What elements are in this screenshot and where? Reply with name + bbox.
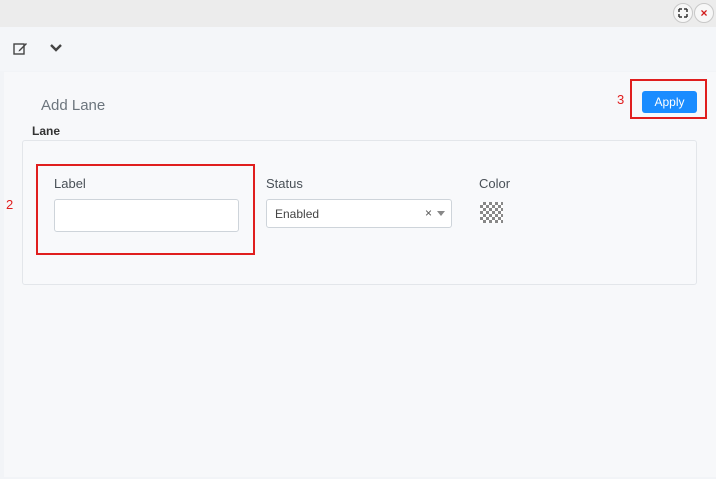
annotation-marker-2: 2 [6, 197, 14, 212]
section-label-lane: Lane [32, 124, 61, 138]
annotation-box-3 [630, 79, 707, 119]
clear-icon[interactable]: × [425, 206, 432, 220]
toolbar [0, 27, 716, 71]
page-title: Add Lane [41, 97, 106, 114]
annotation-marker-3: 3 [617, 92, 625, 107]
fullscreen-glyph [678, 8, 688, 18]
color-swatch[interactable] [480, 202, 503, 223]
dropdown-caret-icon[interactable] [437, 211, 445, 216]
status-selected-value: Enabled [275, 207, 320, 221]
window-titlebar: × [0, 0, 716, 27]
close-icon[interactable]: × [694, 3, 714, 23]
status-field-label: Status [266, 176, 303, 191]
fullscreen-icon[interactable] [673, 3, 693, 23]
status-select[interactable]: Enabled × [266, 199, 452, 228]
color-field-label: Color [479, 176, 511, 191]
edit-icon[interactable] [11, 39, 29, 57]
annotation-box-2 [36, 164, 255, 255]
chevron-down-icon[interactable] [47, 39, 65, 57]
